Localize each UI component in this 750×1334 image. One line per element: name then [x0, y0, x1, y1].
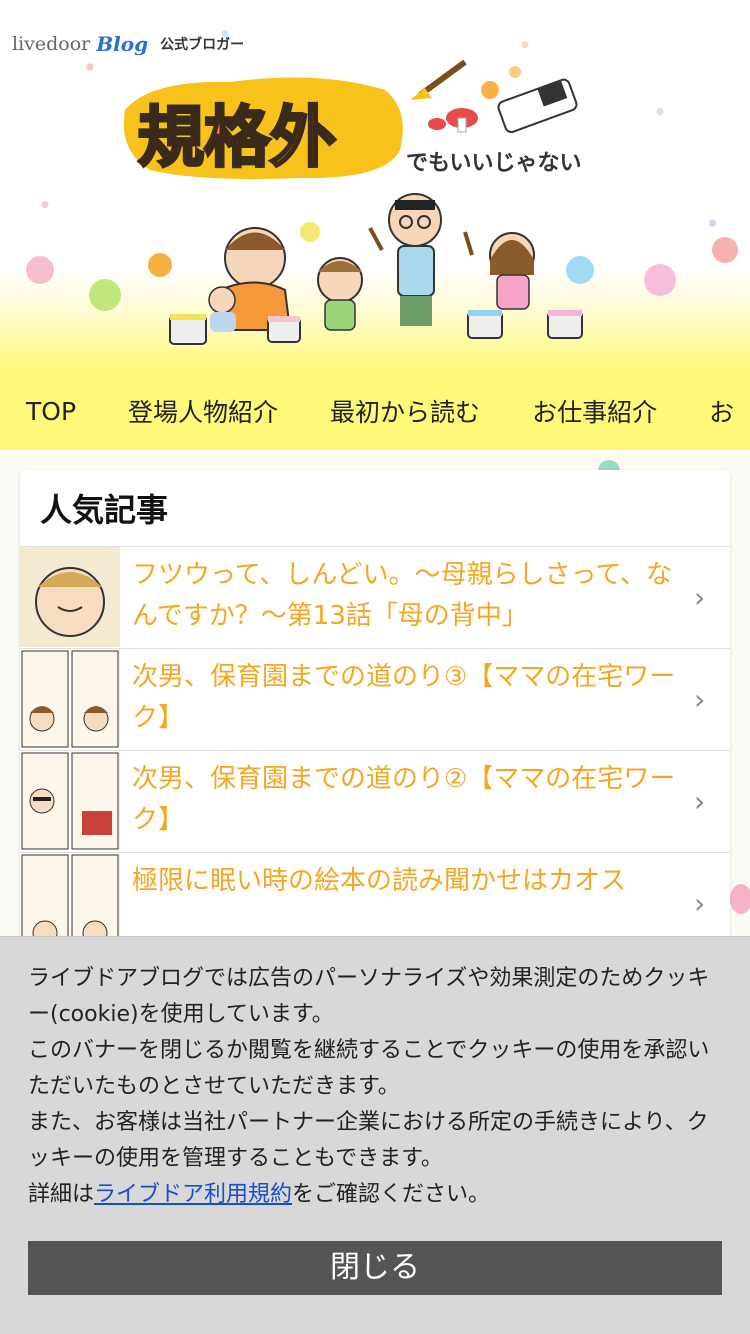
- chevron-right-icon: ›: [694, 887, 706, 920]
- cookie-detail-prefix: 詳細は: [28, 1182, 95, 1207]
- cookie-line-2: このバナーを閉じるか閲覧を継続することでクッキーの使用を承認いただいたものとさせ…: [28, 1038, 710, 1099]
- paint-tube-icon: [497, 78, 578, 133]
- cookie-line-1: ライブドアブログでは広告のパーソナライズや効果測定のためクッキー(cookie)…: [28, 966, 710, 1027]
- article-title: 極限に眠い時の絵本の読み聞かせはカオス: [132, 866, 627, 896]
- article-thumbnail: [20, 649, 120, 749]
- terms-link[interactable]: ライブドア利用規約: [94, 1182, 292, 1207]
- article-thumbnail: [20, 547, 120, 647]
- chevron-right-icon: ›: [694, 785, 706, 818]
- blog-header: livedoor Blog 公式ブロガー 規格外 でもいいじゃない: [0, 0, 750, 372]
- family-illustration: [169, 193, 583, 345]
- article-item[interactable]: 次男、保育園までの道のり③【ママの在宅ワーク】 ›: [20, 649, 730, 751]
- popular-header: 人気記事: [20, 470, 730, 547]
- nav-work-intro[interactable]: お仕事紹介: [506, 393, 683, 429]
- chevron-right-icon: ›: [694, 581, 706, 614]
- global-nav: TOP 登場人物紹介 最初から読む お仕事紹介 お: [0, 372, 750, 450]
- nav-characters[interactable]: 登場人物紹介: [102, 393, 304, 429]
- cookie-line-3: また、お客様は当社パートナー企業における所定の手続きにより、クッキーの使用を管理…: [28, 1110, 709, 1171]
- nav-top[interactable]: TOP: [0, 397, 102, 426]
- decor-dot: [730, 884, 750, 914]
- cookie-text: ライブドアブログでは広告のパーソナライズや効果測定のためクッキー(cookie)…: [28, 961, 722, 1213]
- article-item[interactable]: 次男、保育園までの道のり②【ママの在宅ワーク】 ›: [20, 751, 730, 853]
- chevron-right-icon: ›: [694, 683, 706, 716]
- nav-read-from-start[interactable]: 最初から読む: [304, 393, 506, 429]
- article-title: 次男、保育園までの道のり③【ママの在宅ワーク】: [132, 662, 676, 733]
- article-thumbnail: [20, 751, 120, 851]
- logo-sub-text: でもいいじゃない: [406, 151, 582, 176]
- paint-brush-icon: [410, 59, 467, 100]
- cookie-consent-banner: ライブドアブログでは広告のパーソナライズや効果測定のためクッキー(cookie)…: [0, 936, 750, 1334]
- article-title: 次男、保育園までの道のり②【ママの在宅ワーク】: [132, 764, 676, 835]
- logo-main-text: 規格外: [138, 99, 336, 176]
- nav-overflow-item[interactable]: お: [683, 393, 750, 429]
- mushroom-icon: [428, 108, 478, 133]
- article-title: フツウって、しんどい。～母親らしさって、なんですか？～第13話「母の背中」: [132, 560, 673, 631]
- popular-title: 人気記事: [40, 491, 169, 529]
- popular-articles-panel: 人気記事 フツウって、しんどい。～母親らしさって、なんですか？～第13話「母の背…: [20, 470, 730, 990]
- close-cookie-button[interactable]: 閉じる: [28, 1241, 722, 1295]
- cookie-detail-suffix: をご確認ください。: [292, 1182, 491, 1207]
- article-item[interactable]: フツウって、しんどい。～母親らしさって、なんですか？～第13話「母の背中」 ›: [20, 547, 730, 649]
- blog-banner-illustration[interactable]: 規格外 でもいいじゃない: [0, 0, 750, 372]
